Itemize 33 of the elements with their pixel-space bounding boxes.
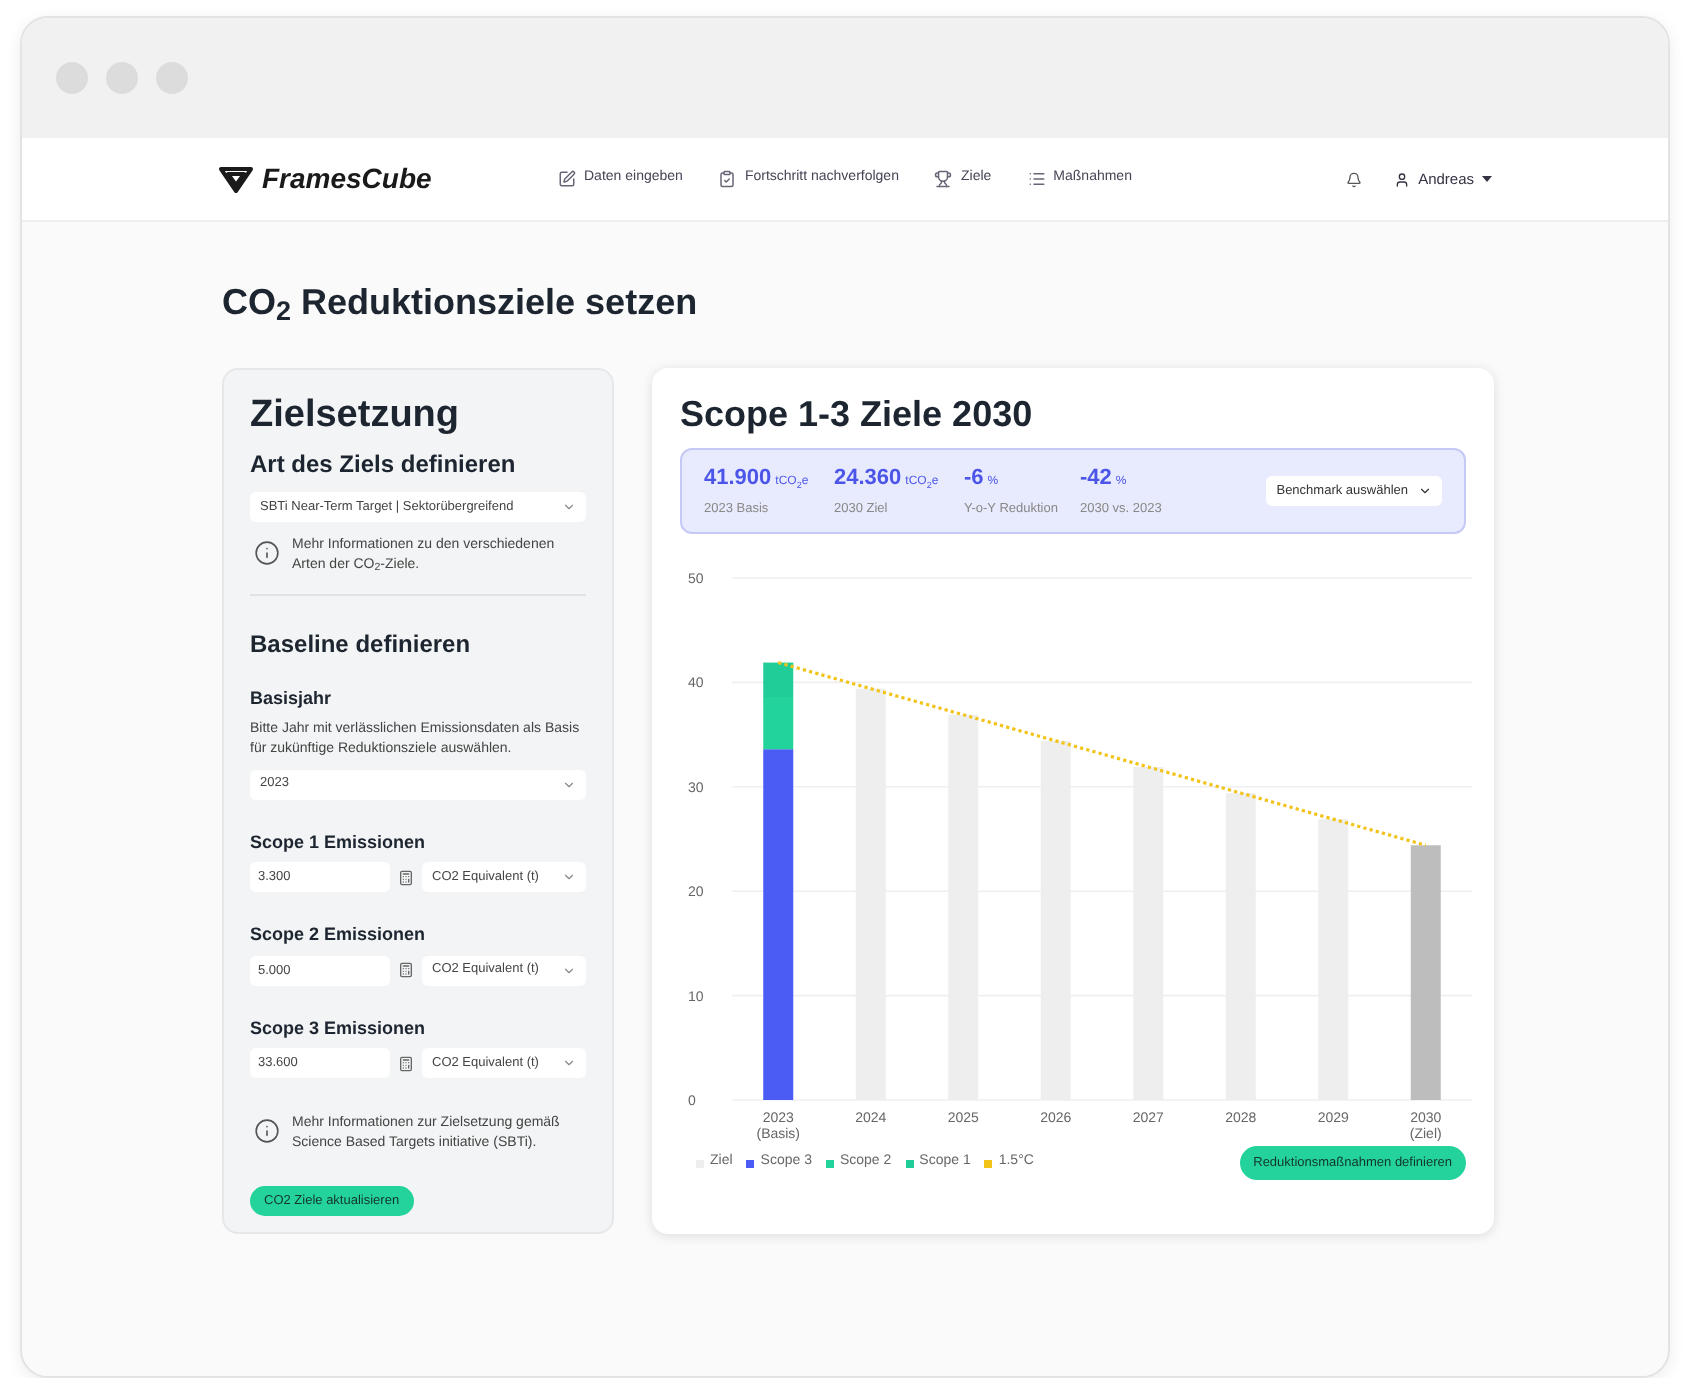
- bell-icon[interactable]: [1346, 171, 1363, 187]
- field-label: Scope 2 Emissionen: [250, 922, 428, 948]
- caret-icon: [1482, 176, 1492, 182]
- calculator-icon[interactable]: [398, 869, 414, 885]
- list-icon: [1027, 170, 1046, 188]
- chevron-icon: [562, 500, 576, 514]
- card-title: Zielsetzung: [250, 394, 462, 438]
- section-heading: Art des Ziels definieren: [250, 448, 518, 482]
- field-label: Scope 1 Emissionen: [250, 829, 428, 856]
- chevron-icon: [1418, 484, 1432, 498]
- clipboard-icon: [718, 170, 737, 188]
- trophy-icon: [934, 170, 953, 188]
- calculator-icon[interactable]: [398, 962, 414, 978]
- stat-value: 41.900: [704, 464, 772, 495]
- field-label: Basisjahr: [250, 686, 334, 712]
- section-heading: Baseline definieren: [250, 628, 473, 662]
- stat-value: -6: [964, 464, 984, 495]
- user-icon: [1394, 171, 1411, 187]
- logo-icon: [218, 165, 254, 193]
- chevron-icon: [562, 1056, 576, 1070]
- chevron-icon: [562, 963, 576, 977]
- card-title: Scope 1-3 Ziele 2030: [680, 392, 1035, 436]
- stat-value: 24.360: [834, 464, 902, 495]
- chevron-icon: [562, 777, 576, 791]
- field-label: Scope 3 Emissionen: [250, 1015, 428, 1042]
- info-icon: [254, 1118, 280, 1144]
- page-title: CO$_{2}$ Reduktionsziele setzen: [222, 280, 700, 324]
- edit-icon: [558, 170, 576, 188]
- info-icon: [254, 540, 280, 566]
- stat-value: -42: [1080, 464, 1112, 495]
- brand-name: FramesCube: [262, 160, 432, 198]
- calculator-icon[interactable]: [398, 1055, 414, 1071]
- chevron-icon: [562, 870, 576, 884]
